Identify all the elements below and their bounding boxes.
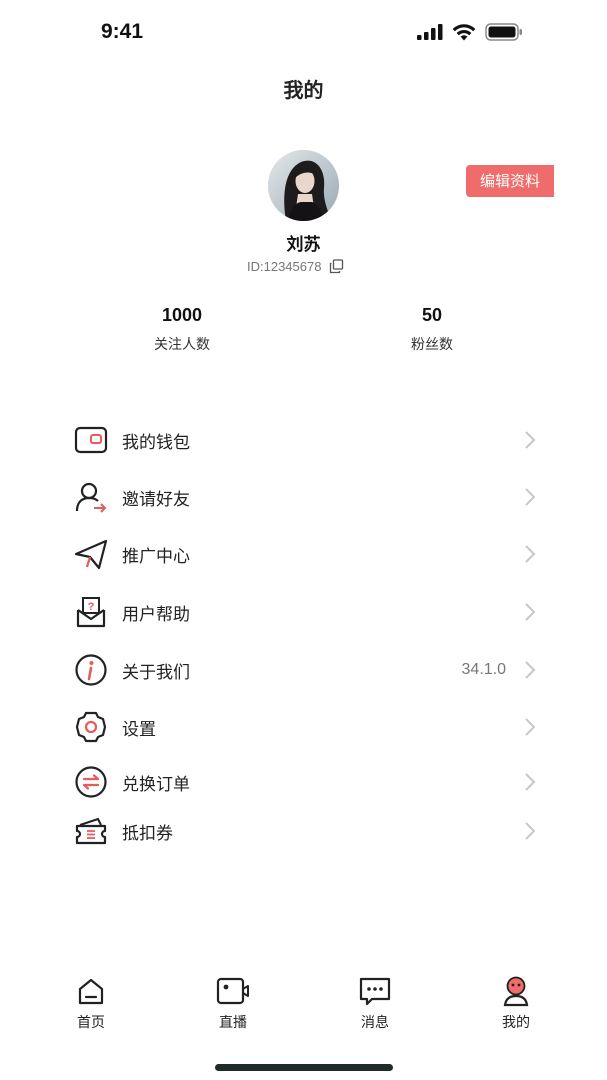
menu-item-help[interactable]: ? 用户帮助 [70, 590, 540, 634]
menu-item-label: 关于我们 [122, 662, 190, 683]
menu-item-label: 抵扣券 [122, 823, 173, 844]
tab-messages[interactable]: 消息 [340, 974, 410, 1032]
chevron-right-icon [520, 716, 540, 738]
menu-item-wallet[interactable]: 我的钱包 [70, 418, 540, 462]
menu-item-settings[interactable]: 设置 [70, 705, 540, 749]
wifi-icon [452, 23, 476, 40]
user-id-row: ID:12345678 [247, 259, 344, 274]
stat-following-value: 1000 [161, 305, 203, 325]
user-id: ID:12345678 [247, 259, 322, 274]
stat-fans-value: 50 [421, 305, 443, 325]
tab-me[interactable]: 我的 [481, 974, 551, 1032]
tab-home[interactable]: 首页 [56, 974, 126, 1032]
tab-me-label: 我的 [502, 1015, 530, 1031]
menu-item-exchange-orders[interactable]: 兑换订单 [70, 760, 540, 804]
menu-item-label: 设置 [122, 719, 156, 740]
help-mail-icon: ? [70, 591, 112, 633]
exchange-icon [70, 761, 112, 803]
menu-item-label: 邀请好友 [122, 489, 190, 510]
chevron-right-icon [520, 429, 540, 451]
page-title: 我的 [283, 78, 324, 102]
home-icon [56, 974, 126, 1008]
menu-item-label: 推广中心 [122, 546, 190, 567]
home-indicator[interactable] [215, 1064, 393, 1071]
stat-fans[interactable]: 50 粉丝数 [372, 305, 492, 354]
status-time: 9:41 [101, 20, 144, 43]
tab-home-label: 首页 [77, 1015, 105, 1031]
chevron-right-icon [520, 543, 540, 565]
gear-icon [70, 706, 112, 748]
avatar-image [268, 150, 339, 221]
tab-live[interactable]: 直播 [198, 974, 268, 1032]
edit-profile-button[interactable]: 编辑资料 [466, 165, 554, 197]
app-version: 34.1.0 [461, 661, 506, 678]
stat-fans-label: 粉丝数 [411, 337, 453, 353]
menu-item-label: 我的钱包 [122, 432, 190, 453]
menu-item-label: 兑换订单 [122, 774, 190, 795]
stat-following-label: 关注人数 [154, 337, 210, 353]
status-icons [417, 23, 523, 41]
menu-item-promotion[interactable]: 推广中心 [70, 532, 540, 576]
wallet-icon [70, 419, 112, 461]
chevron-right-icon [520, 601, 540, 623]
chevron-right-icon [520, 486, 540, 508]
profile-icon [481, 974, 551, 1008]
info-icon [70, 649, 112, 691]
coupon-icon [70, 810, 112, 852]
paper-plane-icon [70, 533, 112, 575]
invite-user-icon [70, 476, 112, 518]
avatar[interactable] [268, 150, 339, 221]
tab-messages-label: 消息 [361, 1015, 389, 1031]
message-icon [340, 974, 410, 1008]
chevron-right-icon [520, 659, 540, 681]
status-bar: 9:41 [0, 0, 607, 66]
chevron-right-icon [520, 771, 540, 793]
menu-item-label: 用户帮助 [122, 604, 190, 625]
menu-item-about[interactable]: 关于我们 34.1.0 [70, 648, 540, 692]
battery-icon [485, 23, 522, 41]
menu-item-coupon[interactable]: 抵扣券 [70, 809, 540, 853]
copy-icon[interactable] [329, 259, 344, 274]
chevron-right-icon [520, 820, 540, 842]
user-name: 刘苏 [286, 235, 321, 255]
svg-text:?: ? [88, 601, 95, 613]
signal-icon [417, 24, 443, 40]
live-camera-icon [198, 974, 268, 1008]
stat-following[interactable]: 1000 关注人数 [122, 305, 242, 354]
tab-live-label: 直播 [219, 1015, 247, 1031]
menu-item-invite[interactable]: 邀请好友 [70, 475, 540, 519]
